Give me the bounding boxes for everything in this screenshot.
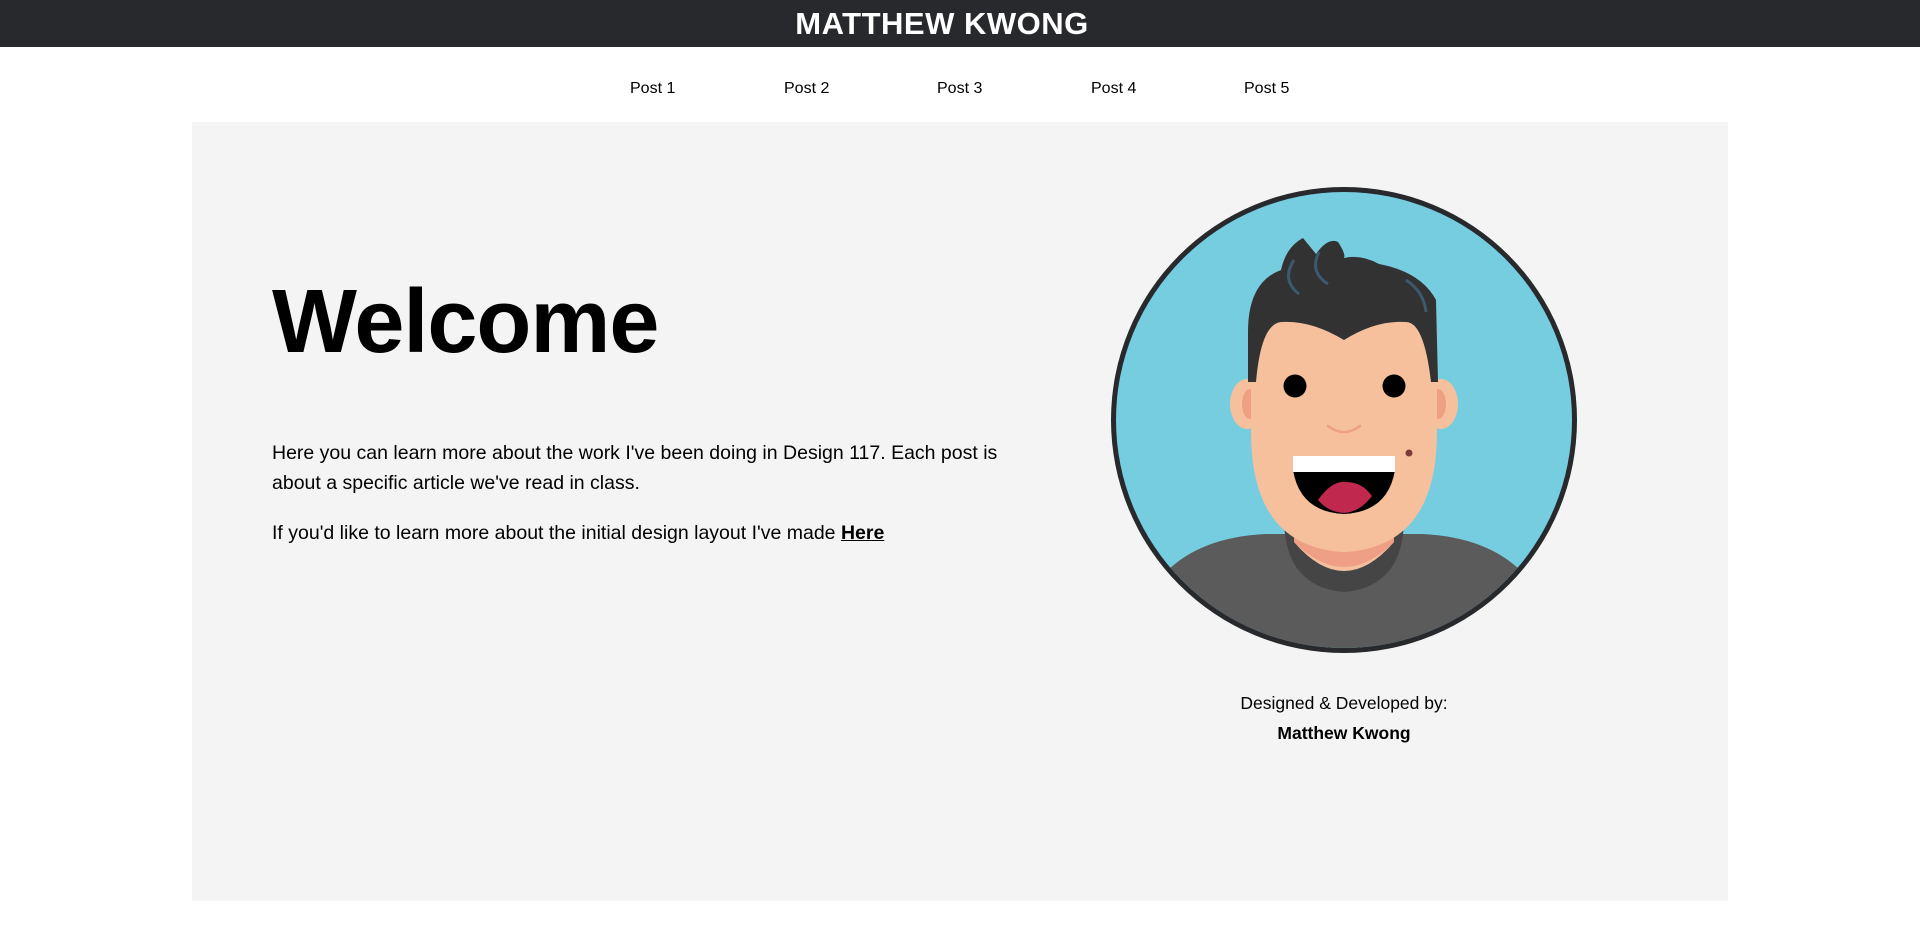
author-name: Matthew Kwong — [1277, 723, 1411, 743]
site-title: MATTHEW KWONG — [795, 5, 1089, 41]
avatar-illustration — [1111, 187, 1577, 653]
nav-link-post-3[interactable]: Post 3 — [937, 76, 982, 102]
nav-link-post-5[interactable]: Post 5 — [1244, 76, 1289, 102]
layout-text-label: If you'd like to learn more about the in… — [272, 522, 841, 544]
intro-text: Here you can learn more about the work I… — [272, 442, 998, 494]
nav-link-post-4[interactable]: Post 4 — [1091, 76, 1136, 102]
credit-block: Designed & Developed by: Matthew Kwong — [1114, 688, 1574, 748]
design-layout-link[interactable]: Here — [841, 522, 884, 544]
nav-link-post-1[interactable]: Post 1 — [630, 76, 675, 102]
site-header: MATTHEW KWONG — [0, 0, 1920, 47]
main-content: Welcome Here you can learn more about th… — [192, 122, 1728, 901]
credit-label: Designed & Developed by: — [1240, 693, 1448, 713]
post-nav: Post 1 Post 2 Post 3 Post 4 Post 5 — [0, 76, 1920, 102]
layout-text: If you'd like to learn more about the in… — [272, 518, 884, 548]
welcome-heading: Welcome — [272, 272, 659, 372]
avatar-icon — [1116, 192, 1572, 648]
nav-link-post-2[interactable]: Post 2 — [784, 76, 829, 102]
